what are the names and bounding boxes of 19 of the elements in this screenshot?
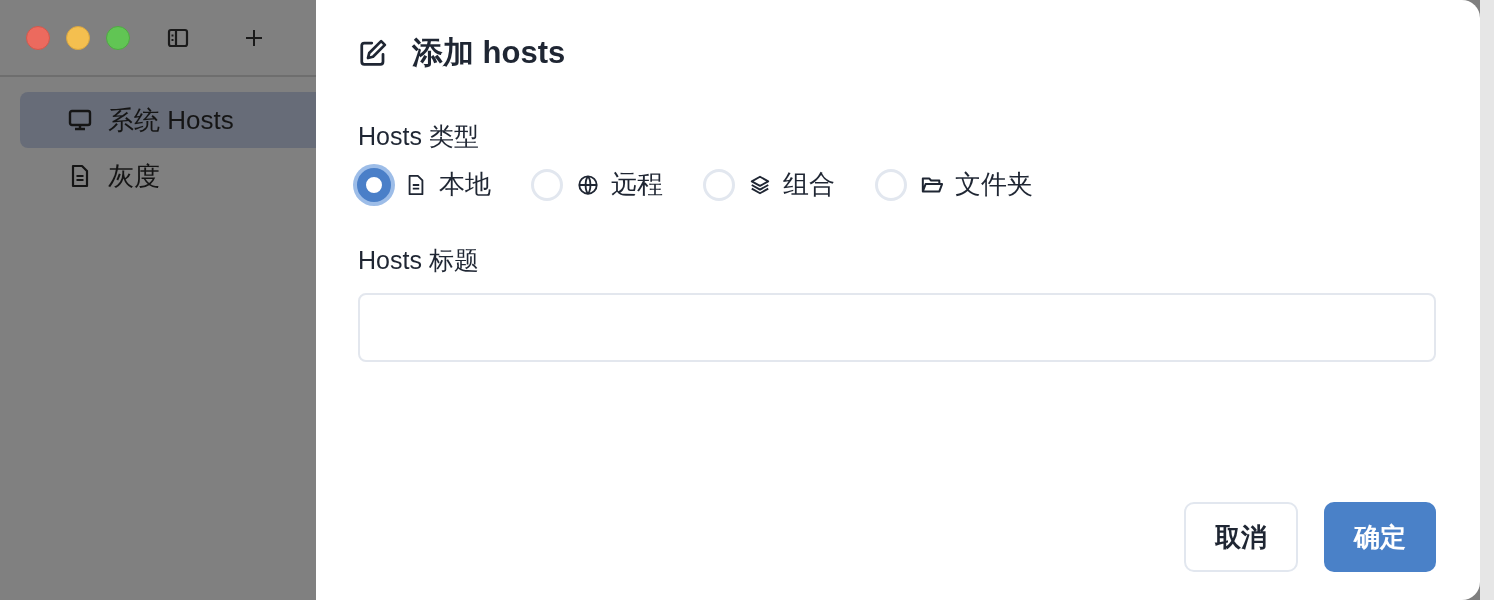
add-icon[interactable] (244, 27, 264, 48)
radio-option[interactable]: 远程 (531, 167, 663, 202)
radio-option[interactable]: 本地 (358, 167, 491, 202)
monitor-icon (68, 108, 92, 132)
radio-option[interactable]: 文件夹 (875, 167, 1033, 202)
cancel-button[interactable]: 取消 (1184, 502, 1298, 572)
field-label: Hosts 标题 (358, 245, 480, 276)
layers-icon (749, 173, 771, 196)
title-input[interactable] (358, 293, 1436, 362)
minimize-button[interactable] (66, 25, 90, 50)
radio-option[interactable]: 组合 (703, 167, 835, 202)
confirm-button[interactable]: 确定 (1324, 502, 1436, 572)
edit-icon (358, 38, 388, 68)
field-label: Hosts 类型 (358, 121, 480, 152)
sidebar-item[interactable]: 灰度 (20, 148, 316, 204)
globe-icon (577, 173, 599, 196)
dialog-title: 添加 hosts (412, 34, 566, 72)
close-button[interactable] (26, 25, 50, 50)
maximize-button[interactable] (106, 25, 130, 50)
